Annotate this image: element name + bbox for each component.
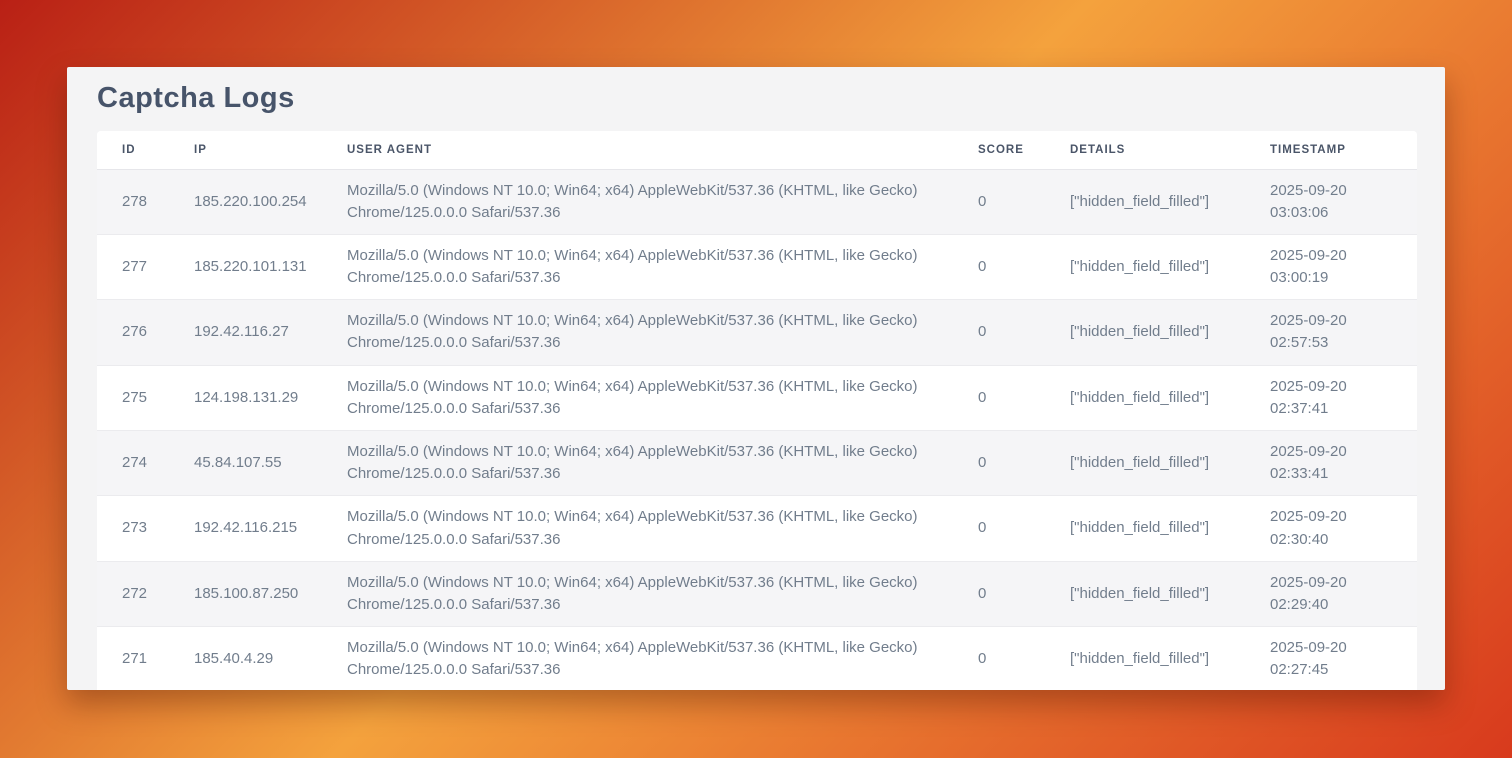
cell-ip: 185.100.87.250 (169, 561, 322, 626)
card-header: Captcha Logs (67, 67, 1445, 128)
cell-user-agent: Mozilla/5.0 (Windows NT 10.0; Win64; x64… (322, 627, 953, 690)
cell-ip: 45.84.107.55 (169, 431, 322, 496)
cell-ip: 185.220.100.254 (169, 169, 322, 234)
cell-score: 0 (953, 169, 1045, 234)
cell-user-agent: Mozilla/5.0 (Windows NT 10.0; Win64; x64… (322, 496, 953, 561)
cell-id: 274 (97, 431, 169, 496)
cell-timestamp: 2025-09-20 02:33:41 (1245, 431, 1417, 496)
cell-timestamp: 2025-09-20 02:57:53 (1245, 300, 1417, 365)
cell-id: 273 (97, 496, 169, 561)
cell-score: 0 (953, 300, 1045, 365)
table-row: 276 192.42.116.27 Mozilla/5.0 (Windows N… (97, 300, 1417, 365)
cell-details: ["hidden_field_filled"] (1045, 234, 1245, 299)
table-header: ID IP USER AGENT SCORE DETAILS TIMESTAMP (97, 131, 1417, 169)
cell-score: 0 (953, 234, 1045, 299)
cell-timestamp: 2025-09-20 02:37:41 (1245, 365, 1417, 430)
column-header-timestamp: TIMESTAMP (1245, 131, 1417, 169)
table-row: 275 124.198.131.29 Mozilla/5.0 (Windows … (97, 365, 1417, 430)
cell-ip: 185.220.101.131 (169, 234, 322, 299)
cell-id: 275 (97, 365, 169, 430)
cell-details: ["hidden_field_filled"] (1045, 561, 1245, 626)
cell-ip: 124.198.131.29 (169, 365, 322, 430)
cell-user-agent: Mozilla/5.0 (Windows NT 10.0; Win64; x64… (322, 169, 953, 234)
cell-id: 272 (97, 561, 169, 626)
cell-score: 0 (953, 627, 1045, 690)
cell-timestamp: 2025-09-20 02:30:40 (1245, 496, 1417, 561)
captcha-logs-card: Captcha Logs ID IP USER AGENT SCORE DETA… (67, 67, 1445, 690)
cell-details: ["hidden_field_filled"] (1045, 300, 1245, 365)
column-header-id: ID (97, 131, 169, 169)
cell-id: 276 (97, 300, 169, 365)
cell-ip: 192.42.116.215 (169, 496, 322, 561)
cell-user-agent: Mozilla/5.0 (Windows NT 10.0; Win64; x64… (322, 431, 953, 496)
column-header-ip: IP (169, 131, 322, 169)
cell-ip: 192.42.116.27 (169, 300, 322, 365)
cell-user-agent: Mozilla/5.0 (Windows NT 10.0; Win64; x64… (322, 561, 953, 626)
cell-timestamp: 2025-09-20 03:03:06 (1245, 169, 1417, 234)
cell-ip: 185.40.4.29 (169, 627, 322, 690)
cell-user-agent: Mozilla/5.0 (Windows NT 10.0; Win64; x64… (322, 300, 953, 365)
cell-timestamp: 2025-09-20 02:29:40 (1245, 561, 1417, 626)
cell-id: 277 (97, 234, 169, 299)
cell-score: 0 (953, 431, 1045, 496)
cell-score: 0 (953, 496, 1045, 561)
column-header-user-agent: USER AGENT (322, 131, 953, 169)
table-row: 273 192.42.116.215 Mozilla/5.0 (Windows … (97, 496, 1417, 561)
cell-id: 278 (97, 169, 169, 234)
cell-id: 271 (97, 627, 169, 690)
cell-details: ["hidden_field_filled"] (1045, 627, 1245, 690)
column-header-details: DETAILS (1045, 131, 1245, 169)
page-title: Captcha Logs (97, 82, 1415, 115)
cell-details: ["hidden_field_filled"] (1045, 365, 1245, 430)
cell-user-agent: Mozilla/5.0 (Windows NT 10.0; Win64; x64… (322, 234, 953, 299)
table-row: 271 185.40.4.29 Mozilla/5.0 (Windows NT … (97, 627, 1417, 690)
table-row: 278 185.220.100.254 Mozilla/5.0 (Windows… (97, 169, 1417, 234)
logs-table-panel[interactable]: ID IP USER AGENT SCORE DETAILS TIMESTAMP… (97, 131, 1417, 690)
cell-details: ["hidden_field_filled"] (1045, 431, 1245, 496)
table-row: 277 185.220.101.131 Mozilla/5.0 (Windows… (97, 234, 1417, 299)
cell-timestamp: 2025-09-20 03:00:19 (1245, 234, 1417, 299)
page-background: { "page": { "title": "Captcha Logs" }, "… (0, 0, 1512, 758)
table-row: 272 185.100.87.250 Mozilla/5.0 (Windows … (97, 561, 1417, 626)
table-row: 274 45.84.107.55 Mozilla/5.0 (Windows NT… (97, 431, 1417, 496)
column-header-score: SCORE (953, 131, 1045, 169)
table-body: 278 185.220.100.254 Mozilla/5.0 (Windows… (97, 169, 1417, 690)
cell-timestamp: 2025-09-20 02:27:45 (1245, 627, 1417, 690)
captcha-logs-table: ID IP USER AGENT SCORE DETAILS TIMESTAMP… (97, 131, 1417, 690)
cell-score: 0 (953, 365, 1045, 430)
cell-user-agent: Mozilla/5.0 (Windows NT 10.0; Win64; x64… (322, 365, 953, 430)
cell-details: ["hidden_field_filled"] (1045, 496, 1245, 561)
cell-details: ["hidden_field_filled"] (1045, 169, 1245, 234)
cell-score: 0 (953, 561, 1045, 626)
